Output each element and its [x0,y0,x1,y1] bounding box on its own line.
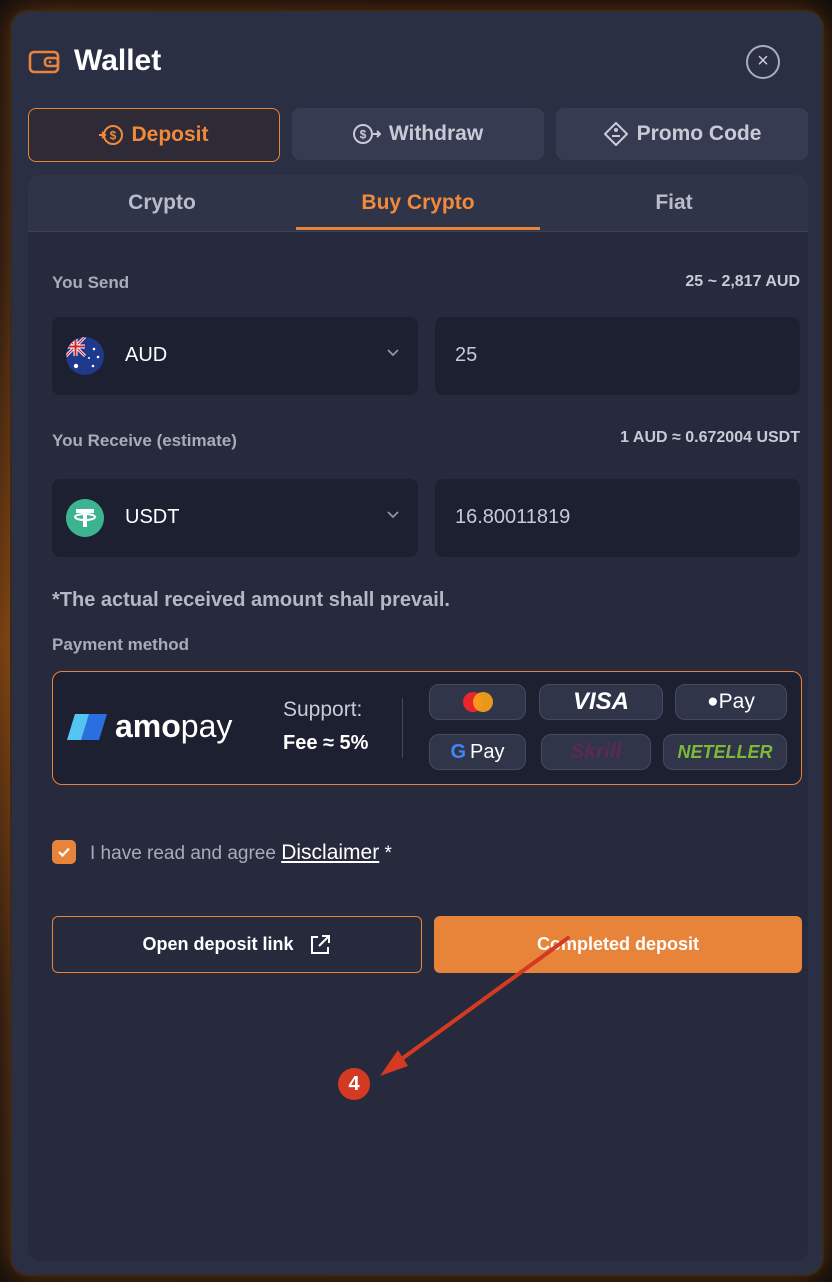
apple-pay-label: Pay [718,690,755,713]
agree-checkbox[interactable] [52,840,76,864]
amopay-brand: amopay [115,708,233,744]
tab-deposit-label: Deposit [131,123,209,146]
wallet-modal: Wallet × $ Deposit $ Withdraw Promo Code… [12,12,822,1274]
receive-amount-field: 16.80011819 [435,479,800,557]
neteller-label: NETELLER [677,741,773,762]
required-mark: * [384,843,392,864]
svg-text:$: $ [360,128,367,142]
neteller-badge: NETELLER [663,734,787,770]
mastercard-icon [462,692,493,712]
australia-flag-icon [66,337,104,375]
withdraw-icon: $ [352,124,381,144]
send-label: You Send [52,273,130,292]
payment-method-card[interactable]: amopay Support: Fee ≈ 5% VISA ● Pay G Pay … [52,671,802,785]
tab-promo-code[interactable]: Promo Code [556,108,808,160]
active-tab-indicator [296,227,540,230]
skrill-label: Skrill [570,740,622,763]
page-title: Wallet [74,44,162,77]
wallet-icon [28,50,60,74]
tether-icon [66,499,104,537]
tab-fiat[interactable]: Fiat [540,175,808,231]
tab-withdraw[interactable]: $ Withdraw [292,108,544,160]
close-icon: × [757,50,769,72]
external-link-icon [310,934,330,954]
completed-deposit-label: Completed deposit [536,934,699,954]
svg-text:$: $ [110,129,117,143]
receive-amount-value: 16.80011819 [455,506,571,528]
tag-icon [603,122,628,146]
mastercard-badge [429,684,526,720]
deposit-panel: Crypto Buy Crypto Fiat You Send 25 ~ 2,8… [28,175,808,1261]
amopay-logo-icon [67,714,107,740]
open-deposit-link-button[interactable]: Open deposit link [52,916,422,973]
tab-crypto-label: Crypto [128,191,196,214]
divider [402,698,403,758]
exchange-rate: 1 AUD ≈ 0.672004 USDT [620,429,800,446]
google-icon: G [450,740,467,763]
wallet-tabs: $ Deposit $ Withdraw Promo Code [28,108,808,162]
google-pay-badge: G Pay [429,734,526,770]
completed-deposit-button[interactable]: Completed deposit [434,916,802,973]
tab-fiat-label: Fiat [655,191,693,214]
tab-crypto[interactable]: Crypto [28,175,296,231]
agreement-text: I have read and agree Disclaimer * [90,841,392,865]
visa-label: VISA [572,688,629,715]
agreement-label: I have read and agree [90,843,276,864]
close-button[interactable]: × [746,45,780,79]
disclaimer-note: *The actual received amount shall prevai… [52,589,450,611]
step-number-badge: 4 [338,1068,370,1100]
disclaimer-link[interactable]: Disclaimer [281,841,379,864]
receive-currency-select[interactable]: USDT [52,479,418,557]
visa-badge: VISA [539,684,663,720]
google-pay-label: Pay [470,740,505,763]
tab-promo-code-label: Promo Code [636,122,762,145]
tab-buy-crypto-label: Buy Crypto [361,191,475,214]
apple-pay-badge: ● Pay [675,684,787,720]
modal-header: Wallet × [28,40,806,84]
receive-label: You Receive (estimate) [52,431,237,450]
tab-buy-crypto[interactable]: Buy Crypto [296,175,540,231]
send-amount-value: 25 [455,344,478,366]
open-deposit-link-label: Open deposit link [142,934,294,954]
chevron-down-icon [387,349,399,357]
send-range: 25 ~ 2,817 AUD [685,273,800,290]
deposit-method-tabs: Crypto Buy Crypto Fiat [28,175,808,232]
check-icon [58,847,70,858]
support-label: Support: [283,698,363,721]
send-amount-input[interactable]: 25 [435,317,800,395]
deposit-icon: $ [99,125,124,145]
payment-method-label: Payment method [52,635,189,654]
apple-icon: ● [707,691,719,712]
skrill-badge: Skrill [541,734,651,770]
fee-label: Fee ≈ 5% [283,732,369,754]
tab-deposit[interactable]: $ Deposit [28,108,280,162]
send-currency-select[interactable]: AUD [52,317,418,395]
receive-currency-value: USDT [125,506,180,528]
tab-withdraw-label: Withdraw [388,122,484,145]
send-currency-value: AUD [125,344,168,366]
chevron-down-icon [387,511,399,519]
